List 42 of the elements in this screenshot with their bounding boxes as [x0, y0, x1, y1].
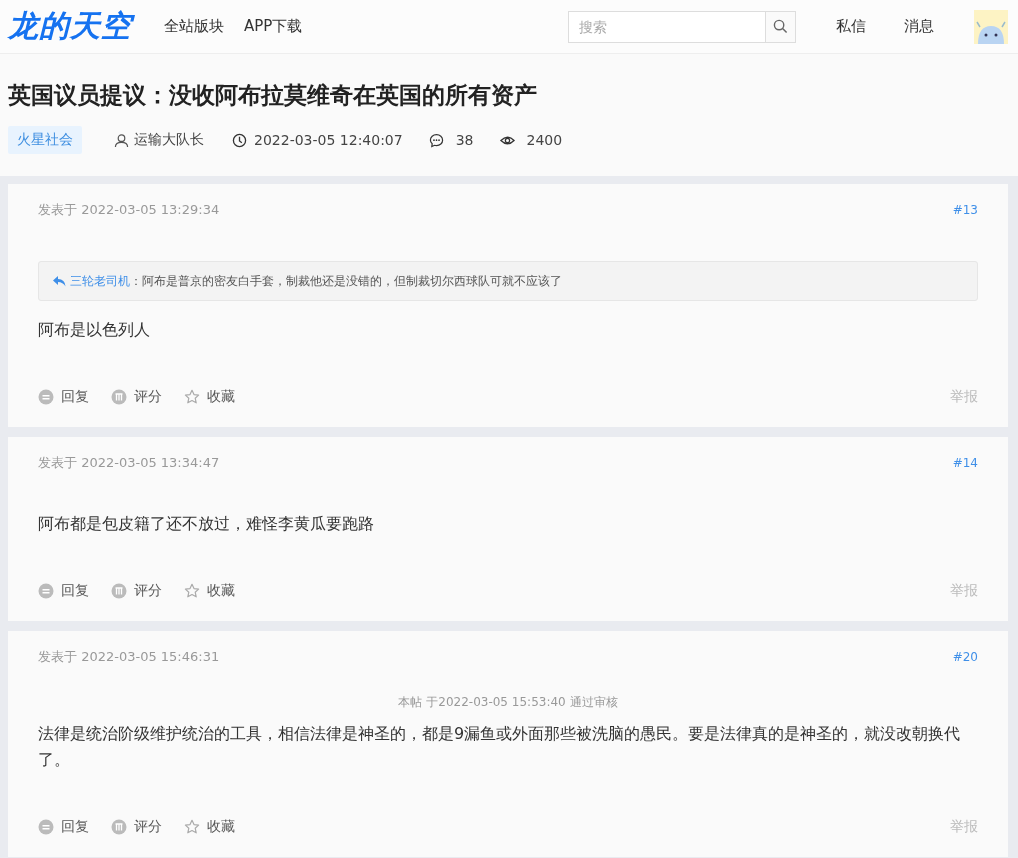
post-time: 发表于 2022-03-05 13:29:34	[38, 201, 220, 219]
star-icon	[184, 583, 200, 599]
favorite-action[interactable]: 收藏	[184, 388, 235, 406]
header-link[interactable]: 消息	[904, 17, 934, 36]
coin-icon	[111, 583, 127, 599]
search-icon	[773, 19, 788, 34]
reply-action[interactable]: 回复	[38, 818, 89, 836]
star-icon	[184, 389, 200, 405]
comment-bubble-icon	[38, 389, 54, 405]
view-count: 2400	[526, 132, 563, 148]
post-time: 2022-03-05 12:40:07	[254, 132, 403, 148]
comment-icon	[428, 132, 444, 148]
rate-action[interactable]: 评分	[111, 388, 162, 406]
post-time: 发表于 2022-03-05 13:34:47	[38, 454, 220, 472]
star-icon	[184, 819, 200, 835]
quoted-text: ：阿布是普京的密友白手套，制裁他还是没错的，但制裁切尔西球队可就不应该了	[130, 272, 562, 290]
coin-icon	[111, 389, 127, 405]
review-notice: 本帖 于2022-03-05 15:53:40 通过审核	[397, 694, 619, 711]
author-link[interactable]: 运输大队长	[134, 131, 204, 149]
post-time: 发表于 2022-03-05 15:46:31	[38, 648, 220, 666]
reply-action[interactable]: 回复	[38, 582, 89, 600]
rate-action[interactable]: 评分	[111, 818, 162, 836]
post-body: 法律是统治阶级维护统治的工具，相信法律是神圣的，都是9漏鱼或外面那些被洗脑的愚民。要是法律真的是神圣的，就没改朝换代了。	[38, 723, 962, 771]
search-button[interactable]	[765, 10, 796, 43]
favorite-action[interactable]: 收藏	[184, 818, 235, 836]
rate-action[interactable]: 评分	[111, 582, 162, 600]
post-body: 阿布是以色列人	[38, 319, 151, 341]
clock-icon	[232, 132, 247, 148]
comment-bubble-icon	[38, 819, 54, 835]
coin-icon	[111, 819, 127, 835]
comment-bubble-icon	[38, 583, 54, 599]
favorite-action[interactable]: 收藏	[184, 582, 235, 600]
reply-count: 38	[455, 132, 474, 148]
reply-action[interactable]: 回复	[38, 388, 89, 406]
reply-arrow-icon	[53, 275, 66, 287]
header-link[interactable]: 私信	[836, 17, 866, 36]
search-field[interactable]: 搜索	[568, 10, 765, 43]
post-body: 阿布都是包皮籍了还不放过，难怪李黄瓜要跑路	[38, 513, 375, 535]
user-icon	[114, 132, 129, 148]
nav-link[interactable]: APP下载	[244, 17, 303, 36]
nav-link[interactable]: 全站版块	[164, 17, 224, 36]
thread-title: 英国议员提议：没收阿布拉莫维奇在英国的所有资产	[8, 81, 538, 110]
